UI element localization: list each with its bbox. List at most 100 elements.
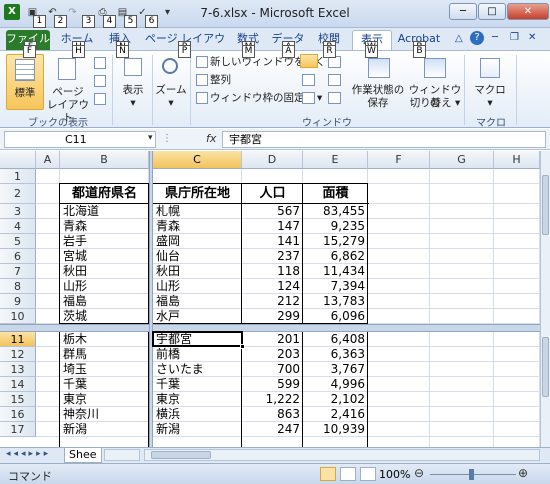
table-border bbox=[241, 331, 303, 447]
close-button[interactable]: ✕ bbox=[507, 3, 549, 20]
full-screen-icon[interactable] bbox=[94, 93, 106, 105]
column-header-a[interactable]: A bbox=[36, 151, 60, 169]
row-header-9[interactable]: 9 bbox=[0, 294, 36, 309]
row-header-13[interactable]: 13 bbox=[0, 362, 36, 377]
scroll-thumb-lower[interactable] bbox=[542, 337, 549, 397]
horizontal-split-bar[interactable] bbox=[0, 324, 540, 332]
row-header-11[interactable]: 11 bbox=[0, 332, 36, 347]
name-box[interactable]: C11 bbox=[4, 131, 156, 148]
normal-view-icon bbox=[15, 59, 35, 81]
name-box-dropdown-icon[interactable]: ▾ bbox=[148, 133, 153, 143]
macro-icon bbox=[480, 58, 500, 78]
zoom-slider-thumb[interactable] bbox=[469, 469, 474, 480]
column-header-g[interactable]: G bbox=[430, 151, 494, 169]
page-break-preview-icon[interactable] bbox=[94, 57, 106, 69]
column-header-h[interactable]: H bbox=[494, 151, 540, 169]
save-workspace-label-2: 保存 bbox=[367, 97, 389, 109]
row-header-12[interactable]: 12 bbox=[0, 347, 36, 362]
doc-close-icon[interactable]: ✕ bbox=[528, 32, 536, 43]
column-header-c[interactable]: C bbox=[153, 151, 242, 169]
row-header-8[interactable]: 8 bbox=[0, 279, 36, 294]
table-border bbox=[152, 183, 242, 324]
formula-input[interactable]: 宇都宮 bbox=[222, 131, 546, 148]
column-header-e[interactable]: E bbox=[303, 151, 368, 169]
normal-view-label: 標準 bbox=[14, 87, 36, 99]
zoom-label: ズーム bbox=[155, 84, 187, 96]
sheet-tab-bar: ◂◂◂▸▸▸ Shee bbox=[0, 447, 550, 463]
column-header-b[interactable]: B bbox=[60, 151, 149, 169]
zoom-out-icon[interactable]: ⊖ bbox=[414, 466, 424, 480]
show-dropdown-icon: ▾ bbox=[130, 97, 136, 109]
table-border bbox=[302, 183, 368, 324]
separator bbox=[516, 55, 517, 125]
zoom-in-icon[interactable]: ⊕ bbox=[518, 466, 528, 480]
reset-position-icon[interactable] bbox=[328, 92, 341, 104]
normal-view-status-icon[interactable] bbox=[320, 467, 336, 481]
row-header-5[interactable]: 5 bbox=[0, 234, 36, 249]
page-layout-status-icon[interactable] bbox=[340, 467, 356, 481]
hscroll-thumb[interactable] bbox=[151, 451, 211, 459]
vertical-scrollbar[interactable] bbox=[540, 151, 550, 447]
sheet-tab[interactable]: Shee bbox=[64, 448, 102, 463]
active-cell-c11[interactable] bbox=[152, 331, 243, 347]
row-header-14[interactable]: 14 bbox=[0, 377, 36, 392]
title-bar: X 1 2 3 4 5 6 ▣ ↶ ↷ ⎙ ▤ ✓ ▾ 7-6.xlsx - M… bbox=[0, 0, 550, 28]
split-toggle-icon[interactable] bbox=[300, 54, 318, 68]
column-header-d[interactable]: D bbox=[242, 151, 303, 169]
row-header-15[interactable]: 15 bbox=[0, 392, 36, 407]
freeze-dropdown-icon[interactable]: ▾ bbox=[317, 92, 322, 105]
maximize-button[interactable]: □ bbox=[478, 3, 506, 20]
column-header-f[interactable]: F bbox=[368, 151, 430, 169]
normal-view-button[interactable]: 標準 bbox=[6, 54, 44, 110]
hide-window-icon[interactable] bbox=[302, 74, 315, 86]
page-break-status-icon[interactable] bbox=[360, 467, 376, 481]
separator bbox=[190, 55, 191, 125]
zoom-level[interactable]: 100% bbox=[379, 468, 410, 481]
status-bar: コマンド 100% ⊖ ⊕ bbox=[0, 463, 550, 484]
ribbon-minimize-icon[interactable]: △ bbox=[455, 33, 463, 44]
row-header-4[interactable]: 4 bbox=[0, 219, 36, 234]
doc-restore-icon[interactable]: ❐ bbox=[510, 32, 519, 43]
row-header-3[interactable]: 3 bbox=[0, 204, 36, 219]
row-header-16[interactable]: 16 bbox=[0, 407, 36, 422]
fill-handle[interactable] bbox=[240, 344, 245, 349]
arrange-icon bbox=[196, 74, 208, 86]
row-header-7[interactable]: 7 bbox=[0, 264, 36, 279]
table-border bbox=[302, 331, 368, 447]
select-all-corner[interactable] bbox=[0, 151, 36, 169]
scroll-thumb[interactable] bbox=[542, 175, 549, 235]
minimize-button[interactable]: ─ bbox=[449, 3, 477, 20]
switch-windows-button[interactable]: ウィンドウの 切り替え ▾ bbox=[408, 54, 462, 114]
row-header-10[interactable]: 10 bbox=[0, 309, 36, 324]
zoom-button[interactable]: ズーム ▾ bbox=[154, 54, 188, 110]
book-view-group-label: ブックの表示 bbox=[28, 118, 88, 129]
page-layout-button[interactable]: ページ レイアウト bbox=[46, 54, 90, 124]
custom-views-icon[interactable] bbox=[94, 75, 106, 87]
arrange-button[interactable]: 整列 bbox=[210, 74, 231, 87]
keytip-ribbon-p: P bbox=[178, 45, 191, 58]
sheet-nav-icons[interactable]: ◂◂◂▸▸▸ bbox=[6, 449, 51, 459]
freeze-panes-icon bbox=[196, 92, 208, 104]
row-header-2[interactable]: 2 bbox=[0, 184, 36, 204]
worksheet-grid[interactable]: A B C D E F G H 1 2 都道府県名 県庁所在地 人口 面積 3 北海道 札幌 567 83,455 4… bbox=[0, 151, 540, 447]
row-header-17[interactable]: 17 bbox=[0, 422, 36, 437]
page-layout-icon bbox=[58, 58, 76, 80]
window-group-label: ウィンドウ bbox=[302, 118, 352, 129]
row-header-1[interactable]: 1 bbox=[0, 169, 36, 184]
table-border bbox=[59, 331, 149, 447]
save-workspace-button[interactable]: 作業状態の 保存 bbox=[350, 54, 406, 114]
vertical-split-bar[interactable] bbox=[149, 151, 153, 447]
freeze-panes-button[interactable]: ウィンドウ枠の固定 bbox=[210, 92, 305, 105]
insert-function-icon[interactable]: fx bbox=[206, 132, 216, 145]
horizontal-scrollbar-right[interactable] bbox=[144, 449, 540, 461]
unhide-window-icon[interactable] bbox=[302, 92, 315, 104]
macro-button[interactable]: マクロ ▾ bbox=[470, 54, 510, 110]
show-button[interactable]: 表示 ▾ bbox=[116, 54, 150, 110]
horizontal-scrollbar-left[interactable] bbox=[104, 449, 140, 461]
zoom-dropdown-icon: ▾ bbox=[168, 97, 174, 109]
row-header-6[interactable]: 6 bbox=[0, 249, 36, 264]
formula-bar-grip-icon: ⋮ bbox=[162, 133, 172, 144]
help-icon[interactable]: ? bbox=[470, 31, 484, 45]
sync-scroll-icon[interactable] bbox=[328, 74, 341, 86]
doc-minimize-icon[interactable]: ─ bbox=[492, 32, 498, 43]
